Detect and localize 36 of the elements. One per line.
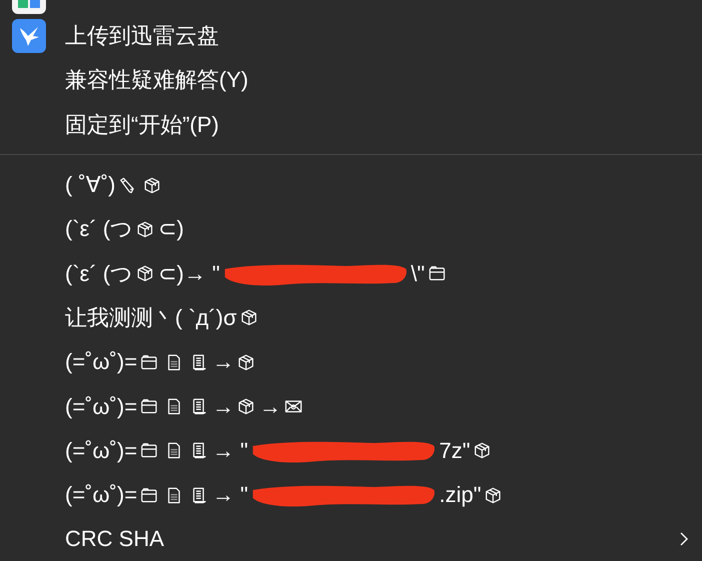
menu-item-text[interactable]: (`ε´ (つ <box>65 214 134 244</box>
menu-item-text[interactable]: 让我测测丶( `д´)σ <box>65 302 237 333</box>
menu-item-text[interactable]: 上传到迅雷云盘 <box>65 21 219 52</box>
box-icon <box>484 486 504 505</box>
menu-item-text[interactable]: CRC SHA <box>65 526 164 552</box>
box-icon <box>237 352 256 372</box>
folder-icon <box>140 352 160 372</box>
menu-item-text[interactable]: \" <box>410 260 425 287</box>
menu-item-text[interactable]: (=˚ω˚)= <box>65 349 138 376</box>
box-icon <box>143 176 162 195</box>
box-icon <box>237 397 256 416</box>
menu-item-text[interactable]: 固定到“开始”(P) <box>65 110 219 140</box>
menu-item-text[interactable]: ( ˚∀˚) <box>65 172 116 198</box>
menu-item-text[interactable]: (`ε´ (つ <box>65 258 134 289</box>
bird-icon <box>12 19 46 54</box>
box-icon <box>240 308 259 328</box>
menu-item-text[interactable]: → " <box>212 482 248 508</box>
menu-item-text[interactable]: → <box>259 394 282 420</box>
box-icon <box>136 220 156 239</box>
menu-item-text[interactable]: (=˚ω˚)= <box>65 482 138 508</box>
menu-item-text[interactable]: → " <box>212 438 248 464</box>
menu-item-text[interactable]: (=˚ω˚)= <box>65 394 138 420</box>
menu-item-text[interactable]: (=˚ω˚)= <box>65 438 138 464</box>
menu-item-text[interactable]: 兼容性疑难解答(Y) <box>65 65 248 96</box>
menu-item-text[interactable]: ⊂)→ " <box>158 260 220 287</box>
folder-icon <box>428 264 447 284</box>
menu-item-text[interactable]: 7z" <box>439 438 470 464</box>
box-icon <box>473 441 492 460</box>
box-icon <box>136 264 156 284</box>
menu-item-text[interactable]: ⊂) <box>158 216 184 242</box>
menu-item-text[interactable]: → <box>212 349 234 376</box>
folder-icon <box>140 397 160 416</box>
menu-item-text[interactable]: → <box>212 394 234 420</box>
folder-icon <box>140 441 160 460</box>
menu-item-text[interactable]: .zip" <box>439 482 482 508</box>
folder-icon <box>140 486 160 505</box>
